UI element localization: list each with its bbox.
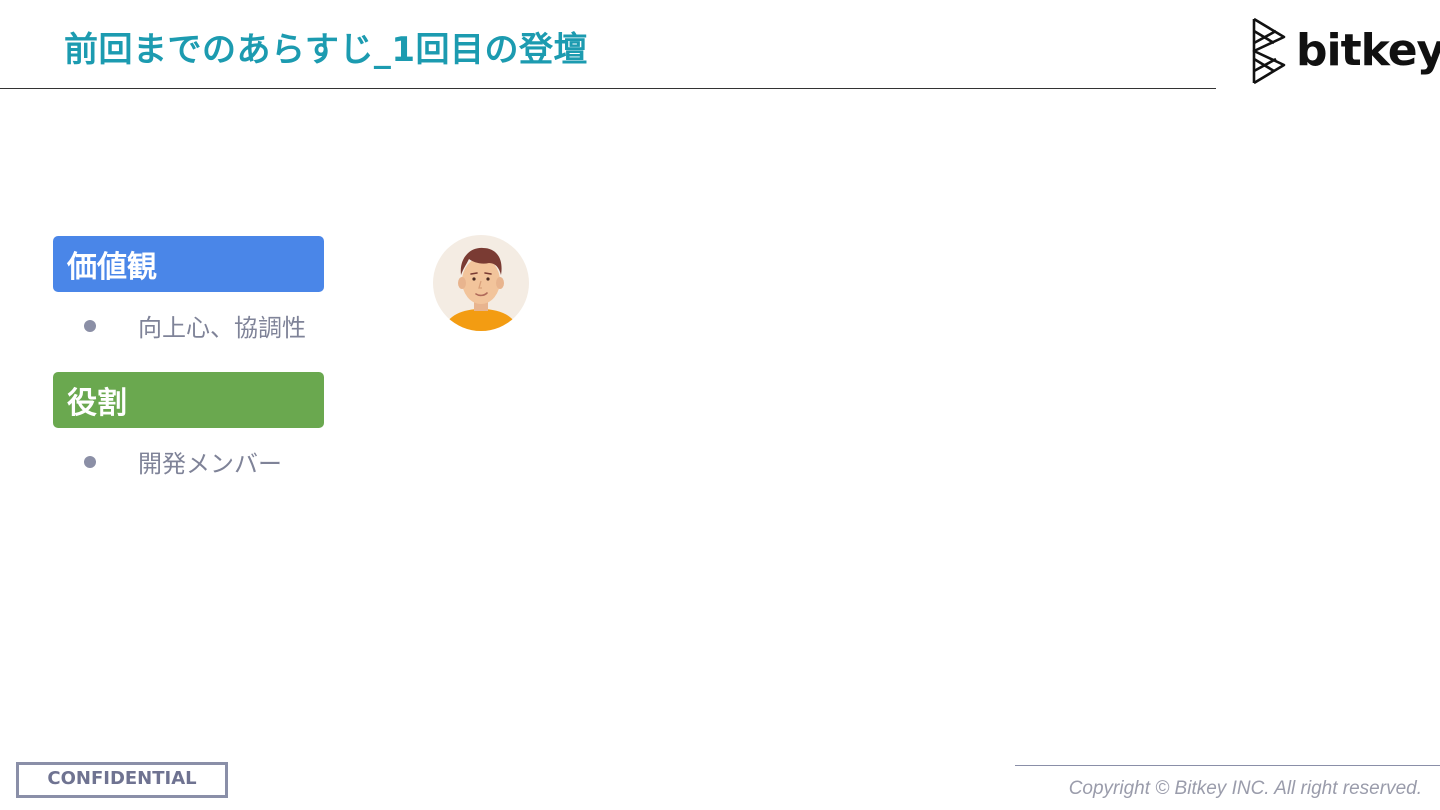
title-divider <box>0 88 1216 89</box>
role-header: 役割 <box>53 372 324 428</box>
confidential-badge: CONFIDENTIAL <box>16 762 228 798</box>
values-list-item: 向上心、協調性 <box>84 308 306 343</box>
values-header: 価値観 <box>53 236 324 292</box>
copyright-text: Copyright © Bitkey INC. All right reserv… <box>1068 778 1422 799</box>
bullet-dot-icon <box>84 319 96 332</box>
person-avatar-icon <box>433 235 529 331</box>
values-item-text: 向上心、協調性 <box>138 314 306 342</box>
bullet-dot-icon <box>84 455 96 468</box>
role-list-item: 開発メンバー <box>84 444 282 479</box>
bitkey-logo-text: bitkey <box>1296 25 1440 76</box>
slide-title: 前回までのあらすじ_1回目の登壇 <box>64 30 588 70</box>
role-item-text: 開発メンバー <box>138 450 282 478</box>
bitkey-logo: bitkey <box>1250 16 1440 86</box>
footer-divider <box>1015 765 1440 766</box>
bitkey-mark-icon <box>1252 17 1286 85</box>
